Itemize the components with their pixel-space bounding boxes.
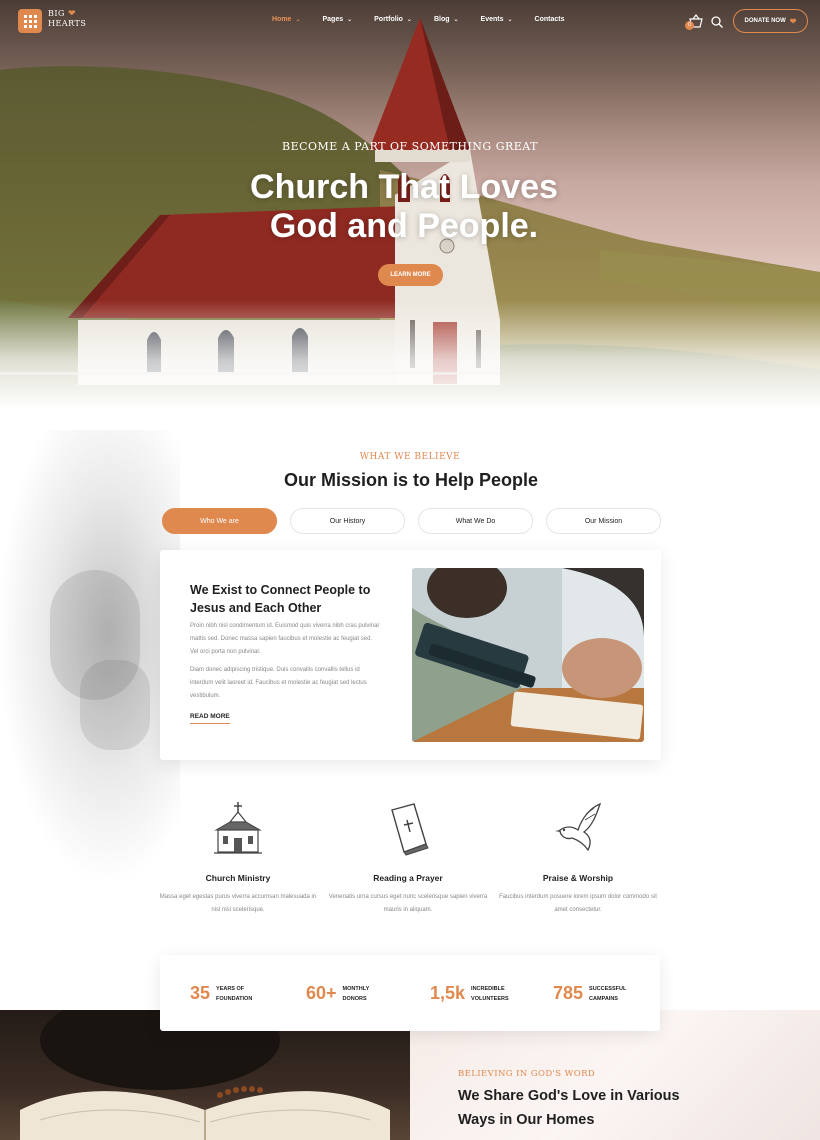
hero-kicker: BECOME A PART OF SOMETHING GREAT (282, 140, 538, 153)
stat-label-line1: SUCCESSFUL (589, 985, 627, 992)
hero-title: Church That Loves God and People. (0, 168, 808, 246)
tab-our-history[interactable]: Our History (290, 508, 405, 534)
stat-donors: 60+ MONTHLY DONORS (306, 983, 369, 1004)
mission-kicker: WHAT WE BELIEVE (359, 452, 461, 462)
feature-text: Faucibus interdum posuere lorem ipsum do… (499, 894, 657, 913)
donate-label: DONATE NOW (744, 18, 786, 24)
stat-value: 1,5k (430, 983, 466, 1003)
hero-title-line2: God and People. (269, 207, 539, 245)
card-paragraph: Diam donec adipiscing tristique. Duis co… (190, 667, 367, 699)
feature-church-ministry: Church Ministry Massa eget egestas purus… (158, 800, 318, 917)
mission-tabs: Who We are Our History What We Do Our Mi… (162, 508, 662, 534)
stat-label-line2: VOLUNTEERS (471, 995, 509, 1002)
feature-text: Massa eget egestas purus viverra accumsa… (159, 894, 317, 913)
stat-label: MONTHLY DONORS (343, 984, 370, 1004)
feature-text: Venenatis urna cursus eget nunc sceleris… (328, 894, 488, 913)
feature-title: Praise & Worship (542, 873, 614, 883)
chevron-down-icon: ⌄ (406, 17, 412, 23)
nav-label: Home (272, 16, 292, 23)
hero-section: BIG ❤ HEARTS Home ⌄ Pages ⌄ Portfolio ⌄ Blo… (0, 0, 820, 410)
chevron-down-icon: ⌄ (453, 17, 459, 23)
nav-label: Pages (322, 16, 344, 23)
read-more-link[interactable]: READ MORE (190, 713, 230, 724)
site-header: BIG ❤ HEARTS Home ⌄ Pages ⌄ Portfolio ⌄ Blo… (0, 0, 820, 44)
logo-line2: HEARTS (48, 19, 87, 28)
bottom-kicker: BELIEVING IN GOD'S WORD (458, 1069, 596, 1079)
nav-item-pages[interactable]: Pages ⌄ (322, 16, 352, 23)
tab-what-we-do[interactable]: What We Do (418, 508, 533, 534)
nav-item-portfolio[interactable]: Portfolio ⌄ (374, 16, 412, 23)
stat-label-line1: YEARS OF (216, 985, 245, 992)
search-icon (711, 16, 723, 28)
nav-label: Portfolio (374, 16, 403, 23)
feature-title: Church Ministry (205, 873, 271, 883)
nav-item-home[interactable]: Home ⌄ (272, 16, 300, 23)
stat-years: 35 YEARS OF FOUNDATION (190, 983, 252, 1004)
main-nav: Home ⌄ Pages ⌄ Portfolio ⌄ Blog ⌄ Events ⌄ Co… (272, 16, 587, 23)
stat-label: YEARS OF FOUNDATION (216, 984, 252, 1004)
donate-now-button[interactable]: DONATE NOW ❤ (733, 9, 808, 33)
stat-value: 60+ (306, 983, 337, 1003)
stat-label-line2: DONORS (342, 995, 367, 1002)
prayer-photo (412, 568, 644, 742)
logo-line1: BIG (48, 9, 65, 18)
heart-icon: ❤ (789, 16, 797, 26)
chevron-down-icon: ⌄ (347, 17, 353, 23)
stat-label-line1: MONTHLY (342, 985, 370, 992)
feature-title: Reading a Prayer (373, 873, 443, 883)
stat-campaigns: 785 SUCCESSFUL CAMPAINS (553, 983, 626, 1004)
stats-bar: 35 YEARS OF FOUNDATION 60+ MONTHLY DONORS … (160, 955, 660, 1031)
nav-item-blog[interactable]: Blog ⌄ (434, 16, 459, 23)
nav-label: Events (480, 16, 504, 23)
heart-icon: ❤ (67, 9, 77, 19)
prayer-photo-art (412, 568, 644, 742)
ghost-hands (80, 660, 150, 750)
stat-volunteers: 1,5k INCREDIBLE VOLUNTEERS (430, 983, 509, 1004)
praying-man-background-image (0, 430, 180, 880)
nav-label: Blog (433, 16, 450, 23)
cart-button[interactable]: 0 (685, 14, 704, 30)
stat-label-line2: FOUNDATION (216, 995, 253, 1002)
cart-count-badge: 0 (685, 21, 694, 30)
bible-icon (391, 803, 429, 856)
nav-item-events[interactable]: Events ⌄ (481, 16, 513, 23)
tab-our-mission[interactable]: Our Mission (546, 508, 661, 534)
card-title: We Exist to Connect People to Jesus and … (190, 583, 371, 615)
site-logo[interactable]: BIG ❤ HEARTS (48, 9, 88, 29)
learn-more-button[interactable]: LEARN MORE (378, 264, 443, 286)
hero-title-line1: Church That Loves (250, 168, 558, 206)
card-paragraph: Proin nibh nisl condimentum id. Euismod … (190, 623, 380, 655)
mission-title: Our Mission is to Help People (283, 470, 539, 490)
nav-label: Contacts (534, 16, 565, 23)
hero-fade (0, 300, 820, 410)
stat-value: 785 (553, 983, 584, 1003)
stat-label-line1: INCREDIBLE (471, 985, 505, 992)
chevron-down-icon: ⌄ (295, 17, 301, 23)
stat-label-line2: CAMPAINS (589, 995, 618, 1002)
tab-who-we-are[interactable]: Who We are (162, 508, 277, 534)
feature-reading-a-prayer: Reading a Prayer Venenatis urna cursus e… (328, 800, 488, 917)
feature-praise-worship: Praise & Worship Faucibus interdum posue… (498, 800, 658, 917)
stat-value: 35 (190, 983, 211, 1003)
mission-card: We Exist to Connect People to Jesus and … (160, 550, 661, 760)
menu-grid-icon[interactable] (18, 9, 42, 33)
search-button[interactable] (710, 15, 724, 29)
dove-icon (555, 802, 602, 852)
bottom-title: We Share God's Love in Various Ways in O… (458, 1088, 680, 1128)
church-icon (214, 802, 262, 854)
stat-label: SUCCESSFUL CAMPAINS (589, 984, 626, 1004)
chevron-down-icon: ⌄ (507, 17, 513, 23)
nav-item-contacts[interactable]: Contacts (535, 16, 565, 23)
stat-label: INCREDIBLE VOLUNTEERS (471, 984, 509, 1004)
